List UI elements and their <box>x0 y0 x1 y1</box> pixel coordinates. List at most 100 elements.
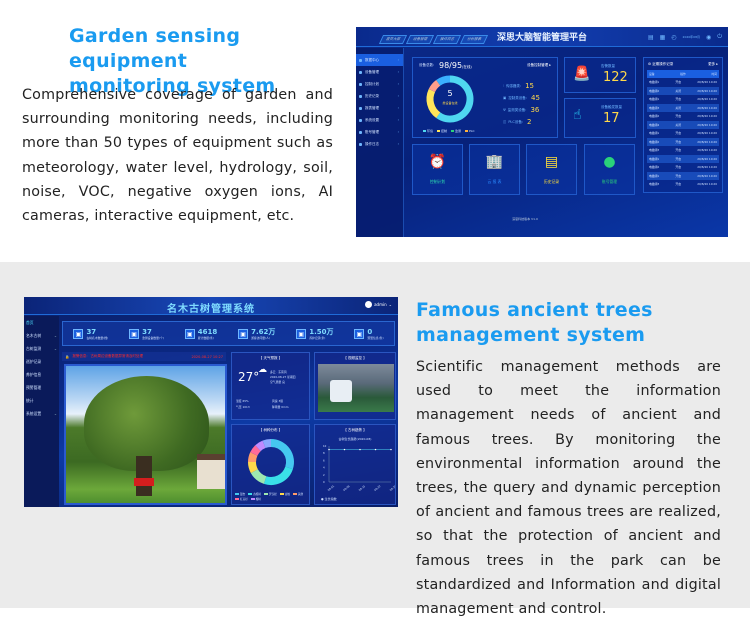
log-row: 电磁阀2 开启 20/8/20 10:20 <box>647 138 719 146</box>
legend-item: 古柏 <box>279 492 290 496</box>
log-title: 近期操作记录 <box>652 62 674 66</box>
sidebar-item[interactable]: 数据中心 › <box>356 54 403 66</box>
clock-icon[interactable]: ◴ <box>671 34 676 41</box>
chevron-right-icon: › <box>397 70 399 74</box>
donut-slice <box>436 75 474 123</box>
stat-item: ▣ 4618 累计数据(条) <box>184 328 217 340</box>
device-stats: ⫶ 传感器类: 15 ▣ 控制类设备: 45 Ψ 监测类设备: 36 ◫ PLC设备: 2 <box>503 80 540 128</box>
tile-history[interactable]: ▤ 历史记录 <box>526 144 577 195</box>
title-line-1: Famous ancient trees <box>416 299 653 321</box>
sidebar-item[interactable]: 报表管理 › <box>356 102 403 114</box>
weather-panel: 【 天气预报 】 27° ☁ 多云 · 东南风 2020-08-27 星期四 空… <box>231 352 310 420</box>
donut-slice <box>436 75 451 86</box>
document-icon[interactable]: ▤ <box>648 34 654 41</box>
species-legend: 银杏 古樟树 罗汉松 古柏 其他 红豆杉 榕树 <box>235 492 311 501</box>
menu-icon <box>359 106 362 110</box>
sidebar-item[interactable]: 系统设置 › <box>356 114 403 126</box>
donut-slice <box>263 466 293 485</box>
trend-legend: ● 生长指数 <box>321 497 337 501</box>
log-row: 电磁阀1 开启 20/8/20 10:20 <box>647 172 719 180</box>
sidebar-item[interactable]: 账号管理 › <box>356 126 403 138</box>
device-total-label: 设备总数: <box>419 63 435 67</box>
device-control-link[interactable]: 设备控制管理 ▸ <box>527 63 551 68</box>
power-icon[interactable]: ⏻ <box>717 33 722 41</box>
panel-title: 【 视频监控 】 <box>343 356 367 360</box>
donut-slice <box>248 452 258 463</box>
species-distribution-panel: 【 树种分布 】 银杏 古樟树 罗汉松 古柏 其他 红豆杉 榕树 <box>231 424 310 505</box>
menu-icon <box>359 82 362 86</box>
stat-item: ▣ 37 古树名木数量(棵) <box>73 328 108 340</box>
sidebar-item[interactable]: 养护信息 <box>24 368 59 381</box>
user-icon[interactable]: ◉ <box>706 34 711 41</box>
axis <box>328 446 391 483</box>
x-tick-label: 08-22 <box>373 484 382 492</box>
box-icon: ▣ <box>238 328 249 339</box>
menu-icon <box>359 142 362 146</box>
stat-item: ▣ 0 预警信息(条) <box>354 328 384 340</box>
sidebar-item[interactable]: 预警管理 <box>24 381 59 394</box>
trigger-value: 17 <box>603 111 620 126</box>
recent-operations-panel: ⚙ 近期操作记录 更多 ▸ 设备 操作 时间 电磁阀1 开启 20/8/20 10:20… <box>643 57 723 193</box>
chevron-right-icon: › <box>397 94 399 98</box>
donut-legend: 环境 控制 监测 PLC <box>423 129 475 133</box>
tile-control-plan[interactable]: ⏰ 控制计划 <box>412 144 463 195</box>
chevron-right-icon: › <box>397 142 399 146</box>
chevron-right-icon: › <box>397 106 399 110</box>
data-point <box>328 448 330 451</box>
alarm-clock-icon: ⏰ <box>428 154 447 170</box>
legend-item: 环境 <box>423 129 433 133</box>
menu-icon <box>359 94 362 98</box>
sidebar-item[interactable]: 统计 <box>24 394 59 407</box>
legend-item: 古樟树 <box>248 492 261 496</box>
sidebar-item[interactable]: 系统设置 ⌄ <box>24 407 59 420</box>
log-row: 电磁阀2 开启 20/8/20 10:20 <box>649 114 717 119</box>
legend-item: 控制 <box>437 129 447 133</box>
sidebar-item[interactable]: 首页 <box>24 316 59 329</box>
log-row: 电磁阀1 开启 20/8/20 10:20 <box>649 131 717 136</box>
garden-dashboard-screenshot: 首页大屏 设备管理 操作日志 分析报表 深思大脑智能管理平台 ▤ ▦ ◴ 202… <box>356 27 728 237</box>
legend-item: 其他 <box>292 492 303 496</box>
sidebar-item[interactable]: 历史记录 › <box>356 90 403 102</box>
log-row: 电磁阀3 开启 20/8/20 10:20 <box>649 182 717 187</box>
sidebar-item[interactable]: 名木古树 ⌄ <box>24 329 59 342</box>
donut-slice <box>255 440 266 452</box>
y-tick-label: 6 <box>323 458 325 462</box>
log-row: 电磁阀3 开启 20/8/20 10:20 <box>649 148 717 153</box>
stat-item: ▣ 37 监测设备数量(个) <box>129 328 164 340</box>
tap-hand-icon: ☝ <box>573 107 582 123</box>
more-link[interactable]: 更多 ▸ <box>708 62 718 67</box>
chevron-right-icon: › <box>397 82 399 86</box>
ancient-trees-dashboard-screenshot: 名木古树管理系统 admin ⌄ 首页 名木古树 ⌄ 古树监测 ⌄ 巡护记录 养护信息 预警管… <box>24 297 398 507</box>
sidebar-item[interactable]: 巡护记录 <box>24 355 59 368</box>
log-row: 电磁阀2 关闭 20/8/20 10:20 <box>647 87 719 95</box>
section-description: Scientific management methods are used t… <box>416 359 721 618</box>
y-tick-label: 4 <box>323 466 325 470</box>
x-tick-label: 08-15 <box>358 484 367 492</box>
title-line-2: management system <box>416 324 646 346</box>
data-point <box>343 448 346 451</box>
alarm-value: 122 <box>603 70 628 85</box>
user-menu[interactable]: admin ⌄ <box>365 301 392 308</box>
alarm-count-card[interactable]: 🚨 告警数量 122 <box>564 57 636 93</box>
y-tick-label: 0 <box>323 480 325 484</box>
grid-icon[interactable]: ▦ <box>660 34 666 41</box>
trigger-count-card[interactable]: ☝ 设备触发数量 17 <box>564 98 636 138</box>
camera-feed[interactable] <box>318 364 394 412</box>
user-icon: ● <box>603 154 616 170</box>
sidebar-item[interactable]: 控制计划 › <box>356 78 403 90</box>
sidebar-item[interactable]: 古树监测 ⌄ <box>24 342 59 355</box>
monitor-icon: Ψ <box>503 108 506 112</box>
sidebar: 数据中心 › 设备管理 › 控制计划 › 历史记录 › 报表管理 › 系统设置 › 账号管理… <box>356 48 404 237</box>
sidebar-item[interactable]: 设备管理 › <box>356 66 403 78</box>
tile-cloud-report[interactable]: 🏢 云 报 表 <box>469 144 520 195</box>
box-icon: ▣ <box>354 328 365 339</box>
donut-slice <box>262 439 272 449</box>
tile-account[interactable]: ● 账号管理 <box>584 144 635 195</box>
dashboard-header: 首页大屏 设备管理 操作日志 分析报表 深思大脑智能管理平台 ▤ ▦ ◴ 202… <box>356 27 728 47</box>
stats-bar: ▣ 37 古树名木数量(棵) ▣ 37 监测设备数量(个) ▣ 4618 累计数据(条) ▣ 7.6… <box>62 321 395 346</box>
trigger-label: 设备触发数量 <box>601 105 622 109</box>
alert-bar[interactable]: 🔒 报警信息: 古树周边设备数据异常请及时处理 2020-08-27 10:27 <box>62 352 226 361</box>
sidebar-item[interactable]: 操作日志 › <box>356 138 403 150</box>
ancient-tree-photo <box>64 364 227 505</box>
weather-details: 湿度 65% 风速 3级 气压 1013 降雨量 0mm <box>236 399 289 409</box>
